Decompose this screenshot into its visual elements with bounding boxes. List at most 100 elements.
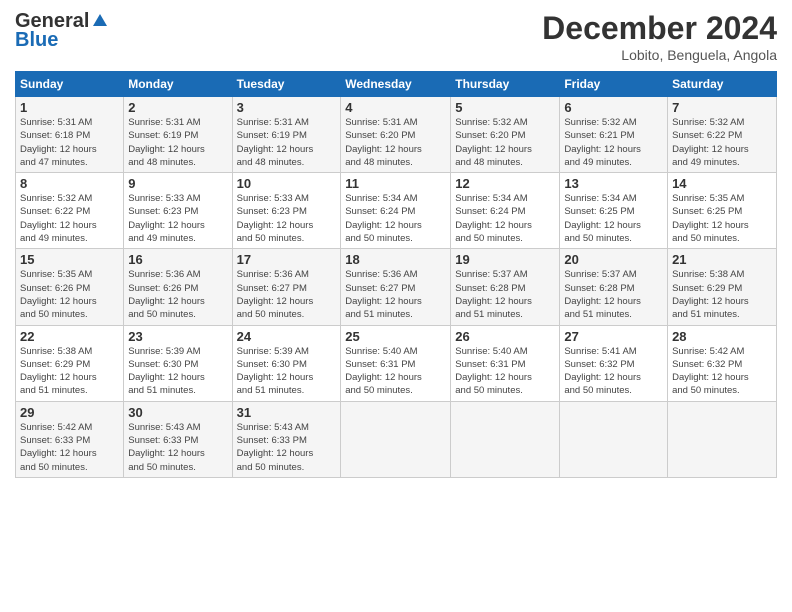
day-number: 11 xyxy=(345,176,446,191)
calendar-cell: 10Sunrise: 5:33 AM Sunset: 6:23 PM Dayli… xyxy=(232,173,341,249)
calendar-cell: 13Sunrise: 5:34 AM Sunset: 6:25 PM Dayli… xyxy=(560,173,668,249)
calendar-cell: 20Sunrise: 5:37 AM Sunset: 6:28 PM Dayli… xyxy=(560,249,668,325)
day-number: 7 xyxy=(672,100,772,115)
day-number: 27 xyxy=(564,329,663,344)
day-number: 3 xyxy=(237,100,337,115)
day-info: Sunrise: 5:36 AM Sunset: 6:27 PM Dayligh… xyxy=(345,268,446,321)
day-info: Sunrise: 5:40 AM Sunset: 6:31 PM Dayligh… xyxy=(345,345,446,398)
calendar-cell xyxy=(341,401,451,477)
calendar-cell: 28Sunrise: 5:42 AM Sunset: 6:32 PM Dayli… xyxy=(668,325,777,401)
day-info: Sunrise: 5:40 AM Sunset: 6:31 PM Dayligh… xyxy=(455,345,555,398)
day-number: 9 xyxy=(128,176,227,191)
day-info: Sunrise: 5:42 AM Sunset: 6:32 PM Dayligh… xyxy=(672,345,772,398)
day-number: 5 xyxy=(455,100,555,115)
day-info: Sunrise: 5:33 AM Sunset: 6:23 PM Dayligh… xyxy=(237,192,337,245)
calendar-cell: 9Sunrise: 5:33 AM Sunset: 6:23 PM Daylig… xyxy=(124,173,232,249)
day-info: Sunrise: 5:31 AM Sunset: 6:20 PM Dayligh… xyxy=(345,116,446,169)
day-number: 28 xyxy=(672,329,772,344)
calendar-cell: 21Sunrise: 5:38 AM Sunset: 6:29 PM Dayli… xyxy=(668,249,777,325)
calendar-cell: 5Sunrise: 5:32 AM Sunset: 6:20 PM Daylig… xyxy=(451,97,560,173)
calendar-cell: 27Sunrise: 5:41 AM Sunset: 6:32 PM Dayli… xyxy=(560,325,668,401)
calendar-cell: 23Sunrise: 5:39 AM Sunset: 6:30 PM Dayli… xyxy=(124,325,232,401)
day-info: Sunrise: 5:36 AM Sunset: 6:26 PM Dayligh… xyxy=(128,268,227,321)
day-number: 4 xyxy=(345,100,446,115)
day-number: 30 xyxy=(128,405,227,420)
col-thursday: Thursday xyxy=(451,72,560,97)
day-info: Sunrise: 5:34 AM Sunset: 6:25 PM Dayligh… xyxy=(564,192,663,245)
day-number: 21 xyxy=(672,252,772,267)
day-info: Sunrise: 5:32 AM Sunset: 6:22 PM Dayligh… xyxy=(20,192,119,245)
day-info: Sunrise: 5:35 AM Sunset: 6:25 PM Dayligh… xyxy=(672,192,772,245)
calendar-week-row: 22Sunrise: 5:38 AM Sunset: 6:29 PM Dayli… xyxy=(16,325,777,401)
day-number: 2 xyxy=(128,100,227,115)
header: General Blue December 2024 Lobito, Bengu… xyxy=(15,10,777,63)
day-number: 12 xyxy=(455,176,555,191)
day-number: 18 xyxy=(345,252,446,267)
calendar-cell: 26Sunrise: 5:40 AM Sunset: 6:31 PM Dayli… xyxy=(451,325,560,401)
day-info: Sunrise: 5:35 AM Sunset: 6:26 PM Dayligh… xyxy=(20,268,119,321)
col-sunday: Sunday xyxy=(16,72,124,97)
logo-icon xyxy=(91,12,109,30)
calendar-cell: 8Sunrise: 5:32 AM Sunset: 6:22 PM Daylig… xyxy=(16,173,124,249)
logo: General Blue xyxy=(15,10,109,52)
logo-blue: Blue xyxy=(15,29,58,52)
day-number: 14 xyxy=(672,176,772,191)
day-number: 16 xyxy=(128,252,227,267)
day-number: 6 xyxy=(564,100,663,115)
col-tuesday: Tuesday xyxy=(232,72,341,97)
day-number: 17 xyxy=(237,252,337,267)
calendar-table: Sunday Monday Tuesday Wednesday Thursday… xyxy=(15,71,777,478)
calendar-week-row: 1Sunrise: 5:31 AM Sunset: 6:18 PM Daylig… xyxy=(16,97,777,173)
calendar-cell: 31Sunrise: 5:43 AM Sunset: 6:33 PM Dayli… xyxy=(232,401,341,477)
day-info: Sunrise: 5:33 AM Sunset: 6:23 PM Dayligh… xyxy=(128,192,227,245)
day-info: Sunrise: 5:34 AM Sunset: 6:24 PM Dayligh… xyxy=(455,192,555,245)
day-info: Sunrise: 5:37 AM Sunset: 6:28 PM Dayligh… xyxy=(455,268,555,321)
day-info: Sunrise: 5:32 AM Sunset: 6:20 PM Dayligh… xyxy=(455,116,555,169)
day-info: Sunrise: 5:38 AM Sunset: 6:29 PM Dayligh… xyxy=(672,268,772,321)
day-info: Sunrise: 5:39 AM Sunset: 6:30 PM Dayligh… xyxy=(128,345,227,398)
day-info: Sunrise: 5:32 AM Sunset: 6:21 PM Dayligh… xyxy=(564,116,663,169)
day-number: 15 xyxy=(20,252,119,267)
calendar-cell: 22Sunrise: 5:38 AM Sunset: 6:29 PM Dayli… xyxy=(16,325,124,401)
day-info: Sunrise: 5:43 AM Sunset: 6:33 PM Dayligh… xyxy=(128,421,227,474)
calendar-week-row: 8Sunrise: 5:32 AM Sunset: 6:22 PM Daylig… xyxy=(16,173,777,249)
calendar-cell: 16Sunrise: 5:36 AM Sunset: 6:26 PM Dayli… xyxy=(124,249,232,325)
calendar-cell: 18Sunrise: 5:36 AM Sunset: 6:27 PM Dayli… xyxy=(341,249,451,325)
day-number: 13 xyxy=(564,176,663,191)
header-row: Sunday Monday Tuesday Wednesday Thursday… xyxy=(16,72,777,97)
day-info: Sunrise: 5:31 AM Sunset: 6:18 PM Dayligh… xyxy=(20,116,119,169)
page-container: General Blue December 2024 Lobito, Bengu… xyxy=(0,0,792,488)
day-info: Sunrise: 5:42 AM Sunset: 6:33 PM Dayligh… xyxy=(20,421,119,474)
day-info: Sunrise: 5:43 AM Sunset: 6:33 PM Dayligh… xyxy=(237,421,337,474)
col-monday: Monday xyxy=(124,72,232,97)
calendar-cell: 15Sunrise: 5:35 AM Sunset: 6:26 PM Dayli… xyxy=(16,249,124,325)
calendar-cell: 3Sunrise: 5:31 AM Sunset: 6:19 PM Daylig… xyxy=(232,97,341,173)
calendar-cell: 24Sunrise: 5:39 AM Sunset: 6:30 PM Dayli… xyxy=(232,325,341,401)
day-number: 19 xyxy=(455,252,555,267)
day-number: 24 xyxy=(237,329,337,344)
calendar-cell: 2Sunrise: 5:31 AM Sunset: 6:19 PM Daylig… xyxy=(124,97,232,173)
calendar-cell: 29Sunrise: 5:42 AM Sunset: 6:33 PM Dayli… xyxy=(16,401,124,477)
day-number: 22 xyxy=(20,329,119,344)
day-info: Sunrise: 5:32 AM Sunset: 6:22 PM Dayligh… xyxy=(672,116,772,169)
day-number: 31 xyxy=(237,405,337,420)
day-info: Sunrise: 5:41 AM Sunset: 6:32 PM Dayligh… xyxy=(564,345,663,398)
col-saturday: Saturday xyxy=(668,72,777,97)
col-wednesday: Wednesday xyxy=(341,72,451,97)
title-section: December 2024 Lobito, Benguela, Angola xyxy=(542,10,777,63)
calendar-week-row: 15Sunrise: 5:35 AM Sunset: 6:26 PM Dayli… xyxy=(16,249,777,325)
calendar-cell: 30Sunrise: 5:43 AM Sunset: 6:33 PM Dayli… xyxy=(124,401,232,477)
location: Lobito, Benguela, Angola xyxy=(542,47,777,63)
day-info: Sunrise: 5:31 AM Sunset: 6:19 PM Dayligh… xyxy=(128,116,227,169)
day-number: 25 xyxy=(345,329,446,344)
day-number: 10 xyxy=(237,176,337,191)
day-number: 8 xyxy=(20,176,119,191)
calendar-cell: 11Sunrise: 5:34 AM Sunset: 6:24 PM Dayli… xyxy=(341,173,451,249)
day-info: Sunrise: 5:36 AM Sunset: 6:27 PM Dayligh… xyxy=(237,268,337,321)
col-friday: Friday xyxy=(560,72,668,97)
calendar-week-row: 29Sunrise: 5:42 AM Sunset: 6:33 PM Dayli… xyxy=(16,401,777,477)
day-info: Sunrise: 5:31 AM Sunset: 6:19 PM Dayligh… xyxy=(237,116,337,169)
day-info: Sunrise: 5:34 AM Sunset: 6:24 PM Dayligh… xyxy=(345,192,446,245)
calendar-cell: 17Sunrise: 5:36 AM Sunset: 6:27 PM Dayli… xyxy=(232,249,341,325)
calendar-cell: 4Sunrise: 5:31 AM Sunset: 6:20 PM Daylig… xyxy=(341,97,451,173)
